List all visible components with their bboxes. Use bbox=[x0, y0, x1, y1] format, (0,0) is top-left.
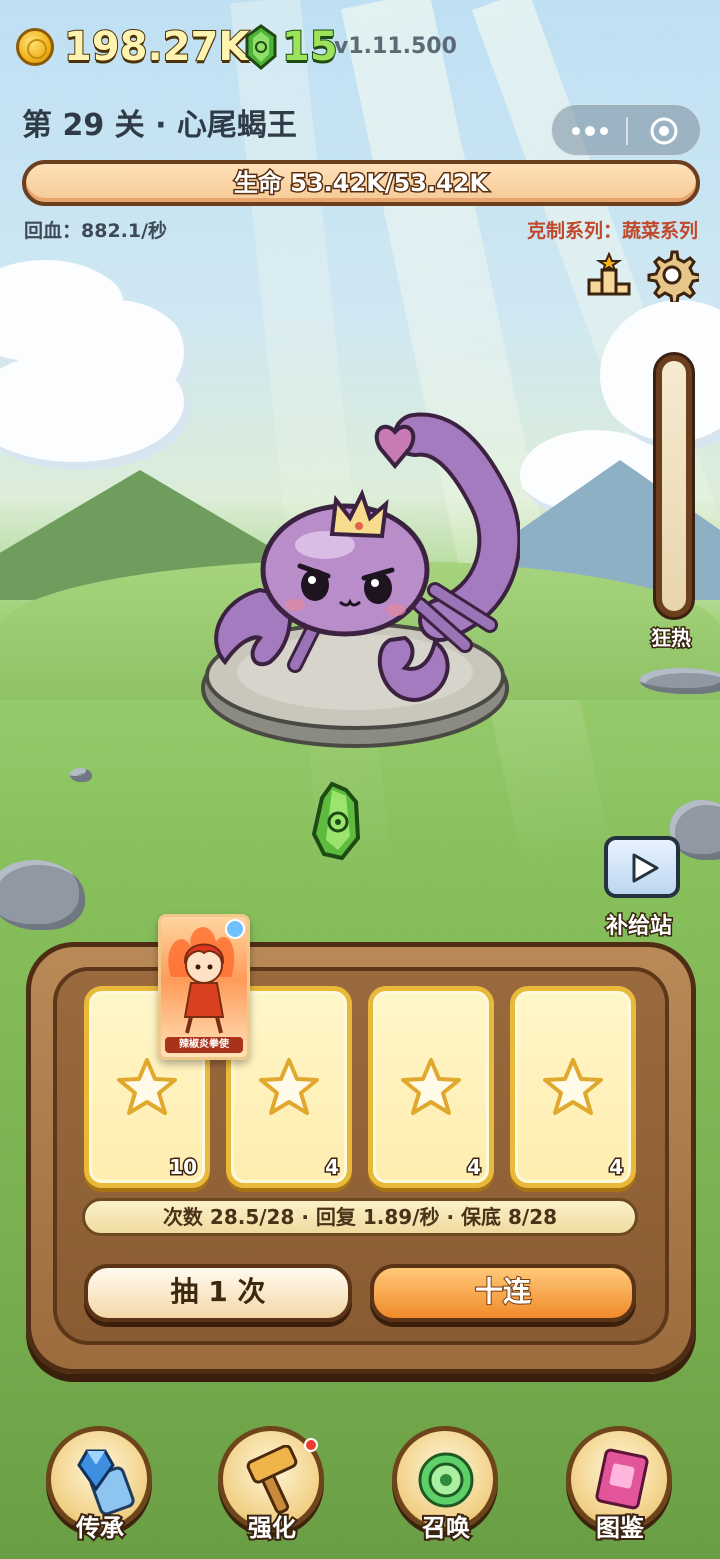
bottom-nav: 传承 强化 召唤 图鉴 bbox=[0, 1400, 720, 1559]
scorpion-sprite bbox=[201, 412, 522, 748]
book-icon bbox=[595, 1448, 649, 1510]
slot-count: 4 bbox=[466, 1154, 483, 1181]
supply-station-label: 补给站 bbox=[604, 913, 673, 941]
star-icon bbox=[543, 1058, 603, 1115]
card-badge-icon bbox=[225, 919, 245, 939]
nav-summon-label: 召唤 bbox=[420, 1512, 472, 1544]
podium-icon bbox=[587, 251, 631, 296]
drawn-hero-card[interactable]: 辣椒炎拳使 bbox=[158, 914, 250, 1060]
version-label: v1.11.500 bbox=[334, 34, 457, 59]
star-icon bbox=[117, 1058, 177, 1115]
fever-gauge-track bbox=[662, 361, 686, 611]
ranking-button[interactable] bbox=[586, 251, 632, 298]
settings-button[interactable] bbox=[645, 248, 702, 305]
draw-one-button[interactable]: 抽 1 次 bbox=[84, 1264, 352, 1322]
target-close-icon bbox=[650, 117, 678, 145]
gem-icon bbox=[242, 24, 280, 70]
slot-count: 4 bbox=[324, 1154, 341, 1181]
summon-orb-icon bbox=[418, 1452, 474, 1508]
level-title: 第 29 关 · 心尾蝎王 bbox=[22, 108, 297, 143]
regen-label: 回血：882.1/秒 bbox=[24, 220, 168, 242]
nav-inherit-label: 传承 bbox=[74, 1512, 126, 1544]
coin-count: 198.27K bbox=[63, 23, 250, 71]
green-crystal-icon bbox=[311, 781, 361, 861]
slot-count: 4 bbox=[608, 1154, 625, 1181]
nav-codex-label: 图鉴 bbox=[594, 1512, 646, 1544]
fever-gauge bbox=[653, 352, 695, 620]
gem-count: 15 bbox=[281, 23, 339, 71]
hammer-icon bbox=[246, 1445, 298, 1514]
crystal-scroll-icon bbox=[77, 1449, 135, 1515]
gem-drop[interactable] bbox=[302, 780, 372, 862]
more-menu-button[interactable] bbox=[552, 105, 627, 157]
draw-info-bar: 次数 28.5/28 · 回复 1.89/秒 · 保底 8/28 bbox=[82, 1198, 638, 1236]
draw-ten-button[interactable]: 十连 bbox=[370, 1264, 636, 1322]
gear-icon bbox=[647, 250, 702, 305]
boss-scorpion[interactable] bbox=[200, 400, 522, 750]
star-icon bbox=[401, 1058, 461, 1115]
card-slot-4[interactable]: 4 bbox=[510, 986, 636, 1188]
supply-station-button[interactable]: 补给站 bbox=[602, 836, 682, 944]
miniapp-capsule bbox=[551, 104, 701, 156]
notification-dot bbox=[304, 1438, 318, 1452]
slot-count: 10 bbox=[168, 1154, 199, 1181]
boss-hp-text: 生命 53.42K/53.42K bbox=[232, 168, 489, 199]
boss-hp-bar: 生命 53.42K/53.42K bbox=[22, 160, 700, 206]
top-bar: 198.27K 15 v1.11.500 bbox=[16, 23, 476, 71]
video-play-icon bbox=[604, 836, 680, 898]
card-slot-3[interactable]: 4 bbox=[368, 986, 494, 1188]
star-icon bbox=[259, 1058, 319, 1115]
fever-label: 狂热 bbox=[650, 625, 693, 652]
counter-series-label: 克制系列：蔬菜系列 bbox=[526, 220, 698, 242]
coin-icon bbox=[16, 28, 54, 66]
hero-card-name: 辣椒炎拳使 bbox=[165, 1037, 243, 1053]
close-miniapp-button[interactable] bbox=[628, 105, 702, 157]
nav-upgrade-label: 强化 bbox=[246, 1512, 298, 1544]
more-dots-icon bbox=[572, 126, 608, 136]
